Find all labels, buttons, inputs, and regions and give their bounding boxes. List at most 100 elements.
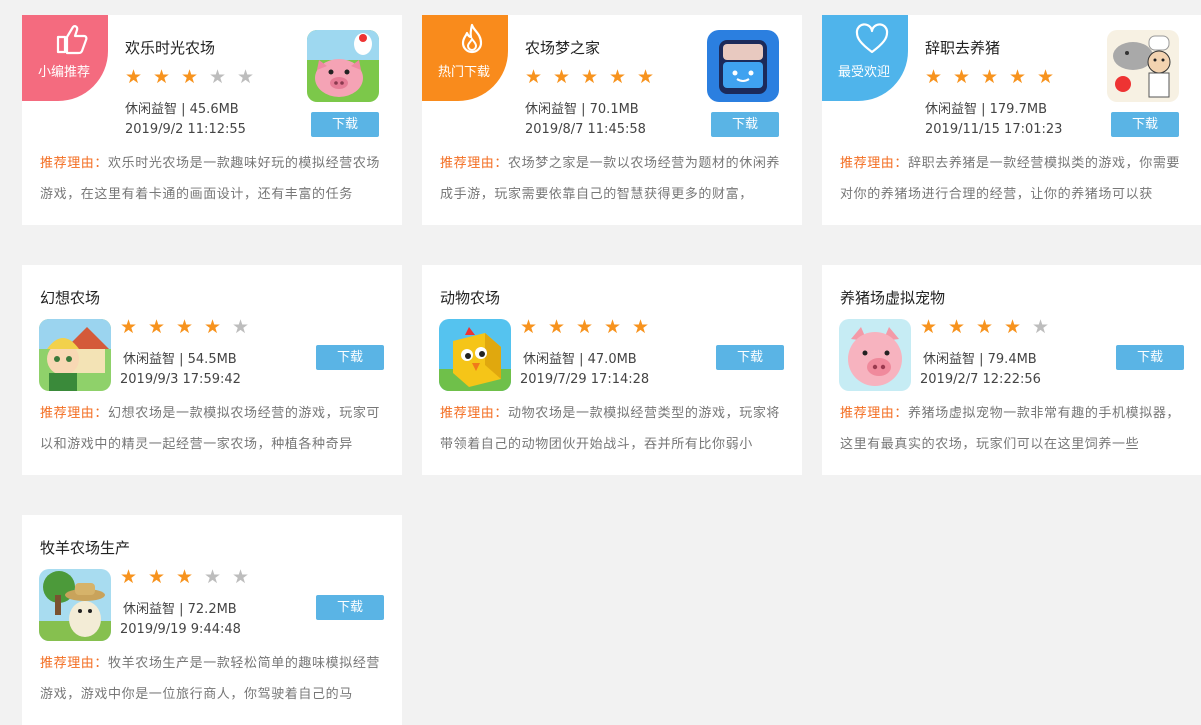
game-date: 2019/7/29 17:14:28 [520, 372, 650, 387]
download-button[interactable]: 下载 [1116, 345, 1184, 370]
download-button[interactable]: 下载 [711, 112, 779, 137]
game-meta: 休闲益智 | 45.6MB [125, 102, 239, 117]
star-rating: ★ ★ ★ ★ ★ [125, 67, 265, 87]
download-button[interactable]: 下载 [1111, 112, 1179, 137]
star-filled-icon: ★ [1009, 66, 1027, 88]
reason-label: 推荐理由： [840, 156, 909, 171]
star-empty-icon: ★ [232, 566, 250, 588]
recommend-reason: 推荐理由：养猪场虚拟宠物一款非常有趣的手机模拟器，这里有最真实的农场，玩家们可以… [840, 398, 1186, 460]
game-icon-robot-box[interactable] [707, 30, 779, 102]
game-meta: 休闲益智 | 79.4MB [923, 352, 1037, 367]
reason-label: 推荐理由： [440, 406, 509, 421]
star-filled-icon: ★ [553, 66, 571, 88]
game-card-muyang[interactable]: 牧羊农场生产 ★ ★ ★ ★ ★ 休闲益智 | 72.2MB 2019/9/19 9:4… [22, 515, 402, 725]
reason-label: 推荐理由： [440, 156, 509, 171]
game-date: 2019/9/19 9:44:48 [120, 622, 241, 637]
reason-label: 推荐理由： [40, 406, 109, 421]
star-filled-icon: ★ [148, 566, 166, 588]
reason-label: 推荐理由： [40, 156, 109, 171]
game-card-huanle[interactable]: 小编推荐 欢乐时光农场 ★ ★ ★ ★ ★ 休闲益智 | 45.6MB 2019/9/2… [22, 15, 402, 225]
download-button[interactable]: 下载 [316, 595, 384, 620]
recommend-reason: 推荐理由：幻想农场是一款模拟农场经营的游戏，玩家可以和游戏中的精灵一起经营一家农… [40, 398, 386, 460]
game-date: 2019/9/3 17:59:42 [120, 372, 241, 387]
star-rating: ★ ★ ★ ★ ★ [525, 67, 665, 87]
game-icon-farmer-sheep[interactable] [39, 569, 111, 641]
star-filled-icon: ★ [925, 66, 943, 88]
star-filled-icon: ★ [525, 66, 543, 88]
game-title[interactable]: 欢乐时光农场 [125, 37, 215, 58]
game-card-dongwu[interactable]: 动物农场 ★ ★ ★ ★ ★ 休闲益智 | 47.0MB 2019/7/29 17:14… [422, 265, 802, 475]
recommend-reason: 推荐理由：牧羊农场生产是一款轻松简单的趣味模拟经营游戏，游戏中你是一位旅行商人，… [40, 648, 386, 710]
star-filled-icon: ★ [120, 316, 138, 338]
heart-icon [855, 23, 889, 54]
game-meta: 休闲益智 | 179.7MB [925, 102, 1047, 117]
star-filled-icon: ★ [604, 316, 622, 338]
game-icon-pink-pig[interactable] [839, 319, 911, 391]
game-date: 2019/9/2 11:12:55 [125, 122, 246, 137]
badge-most-popular: 最受欢迎 [822, 15, 908, 101]
recommend-reason: 推荐理由：辞职去养猪是一款经营模拟类的游戏，你需要对你的养猪场进行合理的经营，让… [840, 148, 1186, 210]
star-empty-icon: ★ [209, 66, 227, 88]
game-icon-pig[interactable] [307, 30, 379, 102]
game-icon-chef-pig[interactable] [1107, 30, 1179, 102]
game-meta: 休闲益智 | 47.0MB [523, 352, 637, 367]
star-filled-icon: ★ [981, 66, 999, 88]
star-filled-icon: ★ [632, 316, 650, 338]
star-empty-icon: ★ [237, 66, 255, 88]
badge-hot-download: 热门下载 [422, 15, 508, 101]
download-button[interactable]: 下载 [716, 345, 784, 370]
star-filled-icon: ★ [920, 316, 938, 338]
reason-label: 推荐理由： [40, 656, 109, 671]
star-filled-icon: ★ [148, 316, 166, 338]
game-title[interactable]: 幻想农场 [40, 287, 100, 308]
game-date: 2019/11/15 17:01:23 [925, 122, 1063, 137]
star-filled-icon: ★ [637, 66, 655, 88]
badge-label: 小编推荐 [37, 65, 90, 80]
star-empty-icon: ★ [1032, 316, 1050, 338]
download-button[interactable]: 下载 [311, 112, 379, 137]
game-card-nongchang-meng[interactable]: 热门下载 农场梦之家 ★ ★ ★ ★ ★ 休闲益智 | 70.1MB 2019/8/7 … [422, 15, 802, 225]
reason-label: 推荐理由： [840, 406, 909, 421]
game-icon-elf[interactable] [39, 319, 111, 391]
badge-editor-pick: 小编推荐 [22, 15, 108, 101]
star-filled-icon: ★ [976, 316, 994, 338]
star-rating: ★ ★ ★ ★ ★ [120, 567, 260, 587]
download-button[interactable]: 下载 [316, 345, 384, 370]
star-filled-icon: ★ [581, 66, 599, 88]
star-rating: ★ ★ ★ ★ ★ [925, 67, 1065, 87]
star-filled-icon: ★ [953, 66, 971, 88]
star-empty-icon: ★ [232, 316, 250, 338]
star-filled-icon: ★ [609, 66, 627, 88]
game-title[interactable]: 牧羊农场生产 [40, 537, 130, 558]
star-filled-icon: ★ [948, 316, 966, 338]
star-filled-icon: ★ [1037, 66, 1055, 88]
game-meta: 休闲益智 | 54.5MB [123, 352, 237, 367]
game-date: 2019/2/7 12:22:56 [920, 372, 1041, 387]
star-filled-icon: ★ [576, 316, 594, 338]
game-card-yangzhuchang[interactable]: 养猪场虚拟宠物 ★ ★ ★ ★ ★ 休闲益智 | 79.4MB 2019/2/7 12:… [822, 265, 1201, 475]
game-icon-chick-block[interactable] [439, 319, 511, 391]
game-date: 2019/8/7 11:45:58 [525, 122, 646, 137]
star-filled-icon: ★ [204, 316, 222, 338]
recommend-reason: 推荐理由：农场梦之家是一款以农场经营为题材的休闲养成手游，玩家需要依靠自己的智慧… [440, 148, 786, 210]
game-meta: 休闲益智 | 70.1MB [525, 102, 639, 117]
game-title[interactable]: 农场梦之家 [525, 37, 600, 58]
game-title[interactable]: 养猪场虚拟宠物 [840, 287, 945, 308]
game-card-huanxiang[interactable]: 幻想农场 ★ ★ ★ ★ ★ 休闲益智 | 54.5MB 2019/9/3 17:59:… [22, 265, 402, 475]
star-filled-icon: ★ [153, 66, 171, 88]
star-filled-icon: ★ [181, 66, 199, 88]
star-rating: ★ ★ ★ ★ ★ [920, 317, 1060, 337]
game-title[interactable]: 辞职去养猪 [925, 37, 1000, 58]
star-filled-icon: ★ [125, 66, 143, 88]
star-filled-icon: ★ [176, 566, 194, 588]
recommend-reason: 推荐理由：动物农场是一款模拟经营类型的游戏，玩家将带领着自己的动物团伙开始战斗，… [440, 398, 786, 460]
star-filled-icon: ★ [520, 316, 538, 338]
star-rating: ★ ★ ★ ★ ★ [520, 317, 660, 337]
game-card-cizhi-yangzhu[interactable]: 最受欢迎 辞职去养猪 ★ ★ ★ ★ ★ 休闲益智 | 179.7MB 2019/11/… [822, 15, 1201, 225]
badge-label: 最受欢迎 [837, 65, 890, 80]
game-meta: 休闲益智 | 72.2MB [123, 602, 237, 617]
star-filled-icon: ★ [1004, 316, 1022, 338]
game-title[interactable]: 动物农场 [440, 287, 500, 308]
star-rating: ★ ★ ★ ★ ★ [120, 317, 260, 337]
star-filled-icon: ★ [548, 316, 566, 338]
